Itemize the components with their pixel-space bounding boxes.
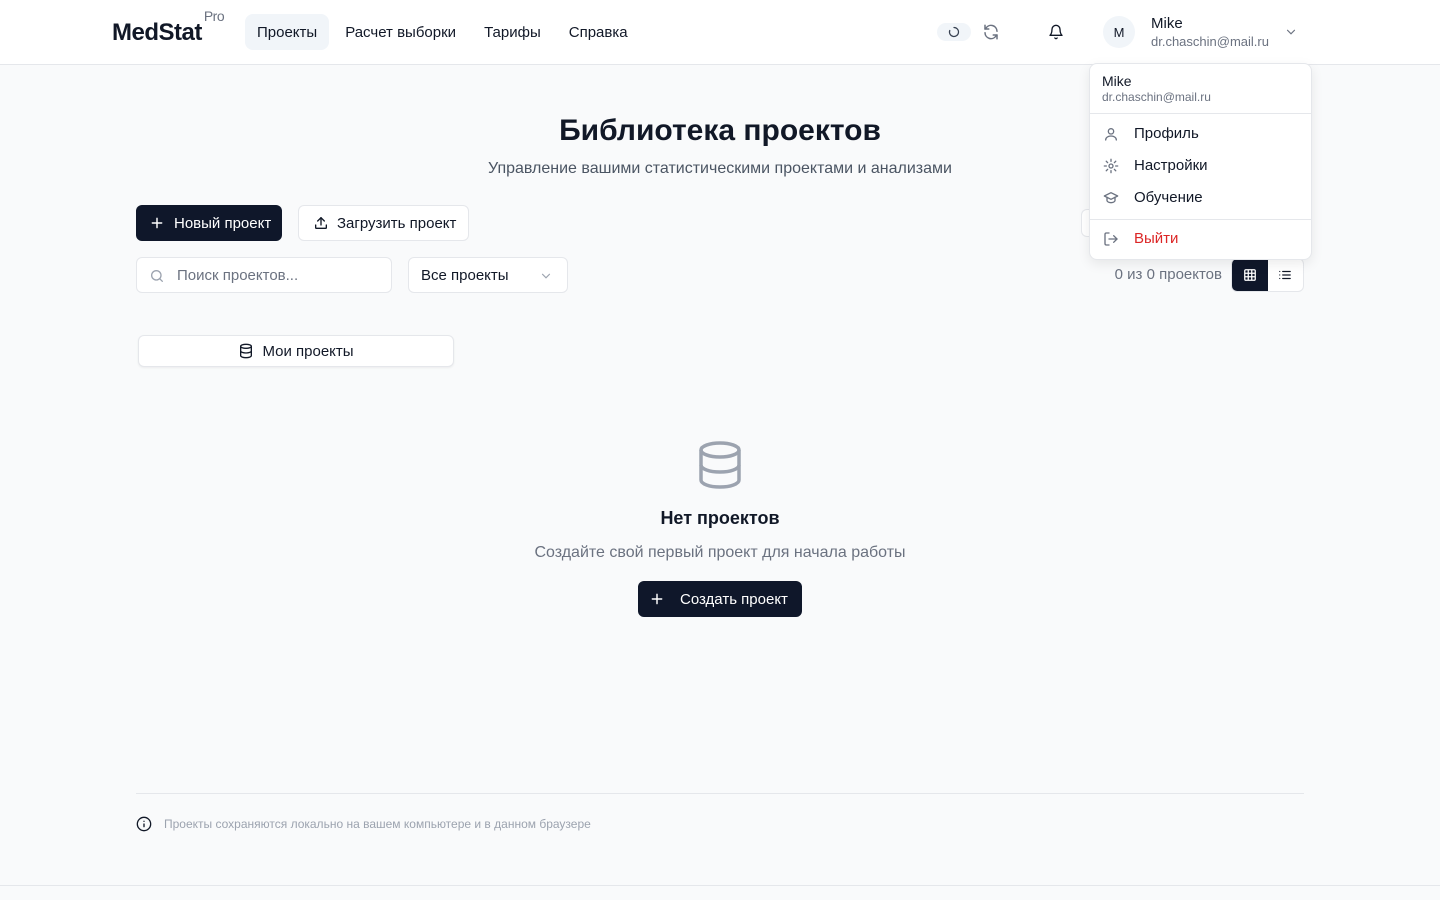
chevron-down-icon	[1286, 29, 1296, 35]
menu-item-label: Обучение	[1134, 189, 1203, 206]
loading-spinner-icon	[948, 26, 960, 38]
user-dropdown-menu: Mike dr.chaschin@mail.ru Профиль Настрой…	[1089, 63, 1312, 260]
menu-divider	[1090, 113, 1311, 114]
menu-item-label: Профиль	[1134, 125, 1199, 142]
empty-state-title: Нет проектов	[660, 508, 780, 528]
list-view-button[interactable]	[1268, 259, 1304, 291]
menu-item-profile[interactable]: Профиль	[1094, 119, 1307, 149]
project-count: 0 из 0 проектов	[1114, 266, 1222, 283]
sync-status-indicator[interactable]	[937, 23, 971, 41]
avatar[interactable]: M	[1103, 16, 1135, 48]
app-logo[interactable]: MedStatPro	[112, 8, 225, 47]
search-field[interactable]	[136, 257, 392, 293]
gear-icon	[1103, 158, 1119, 174]
chevron-down-icon	[541, 273, 551, 279]
menu-item-label: Настройки	[1134, 157, 1208, 174]
new-project-label: Новый проект	[174, 214, 272, 232]
new-project-button[interactable]: Новый проект	[136, 205, 282, 241]
grid-icon	[1243, 269, 1256, 281]
menu-item-label: Выйти	[1134, 230, 1179, 247]
upload-icon	[315, 217, 327, 229]
filter-selected-value: Все проекты	[421, 266, 509, 284]
upload-project-label: Загрузить проект	[337, 214, 457, 232]
menu-item-settings[interactable]: Настройки	[1094, 151, 1307, 181]
create-project-button[interactable]: Создать проект	[638, 581, 802, 617]
search-input[interactable]	[177, 258, 387, 292]
user-menu-toggle[interactable]	[1283, 24, 1299, 40]
view-toggle	[1231, 258, 1304, 292]
tab-label: Мои проекты	[262, 342, 354, 360]
logout-icon	[1104, 232, 1118, 246]
footer-divider	[136, 793, 1304, 794]
nav-item-projects[interactable]: Проекты	[245, 14, 330, 50]
menu-item-logout[interactable]: Выйти	[1094, 224, 1307, 254]
list-icon	[1279, 270, 1292, 280]
grid-view-button[interactable]	[1232, 259, 1268, 291]
page-bottom-divider	[0, 885, 1440, 886]
menu-user-name: Mike	[1102, 73, 1132, 89]
notifications-button[interactable]	[1045, 20, 1067, 44]
project-filter-select[interactable]: Все проекты	[408, 257, 568, 293]
refresh-icon	[984, 24, 998, 40]
refresh-button[interactable]	[980, 20, 1002, 44]
bell-icon	[1049, 24, 1063, 40]
logo-badge: Pro	[203, 8, 225, 24]
graduation-cap-icon	[1103, 192, 1119, 204]
create-project-label: Создать проект	[680, 590, 788, 608]
info-icon	[136, 816, 152, 832]
main-nav: Проекты Расчет выборки Тарифы Справка	[245, 14, 640, 50]
menu-user-email: dr.chaschin@mail.ru	[1102, 90, 1211, 104]
menu-item-learning[interactable]: Обучение	[1094, 183, 1307, 213]
database-icon	[240, 343, 253, 359]
user-name[interactable]: Mike	[1151, 15, 1183, 32]
upload-project-button[interactable]: Загрузить проект	[298, 205, 469, 241]
search-icon	[151, 270, 163, 282]
plus-icon	[651, 593, 663, 605]
menu-divider	[1090, 219, 1311, 220]
nav-item-pricing[interactable]: Тарифы	[472, 14, 553, 50]
user-icon	[1105, 128, 1117, 141]
plus-icon	[151, 217, 163, 229]
footer-note: Проекты сохраняются локально на вашем ко…	[164, 817, 591, 831]
database-icon	[699, 441, 741, 489]
tab-my-projects[interactable]: Мои проекты	[138, 335, 454, 367]
nav-item-sample-size[interactable]: Расчет выборки	[333, 14, 468, 50]
top-navbar: MedStatPro Проекты Расчет выборки Тарифы…	[0, 0, 1440, 65]
user-email: dr.chaschin@mail.ru	[1151, 34, 1269, 49]
empty-state-subtitle: Создайте свой первый проект для начала р…	[534, 544, 906, 561]
nav-item-help[interactable]: Справка	[557, 14, 640, 50]
